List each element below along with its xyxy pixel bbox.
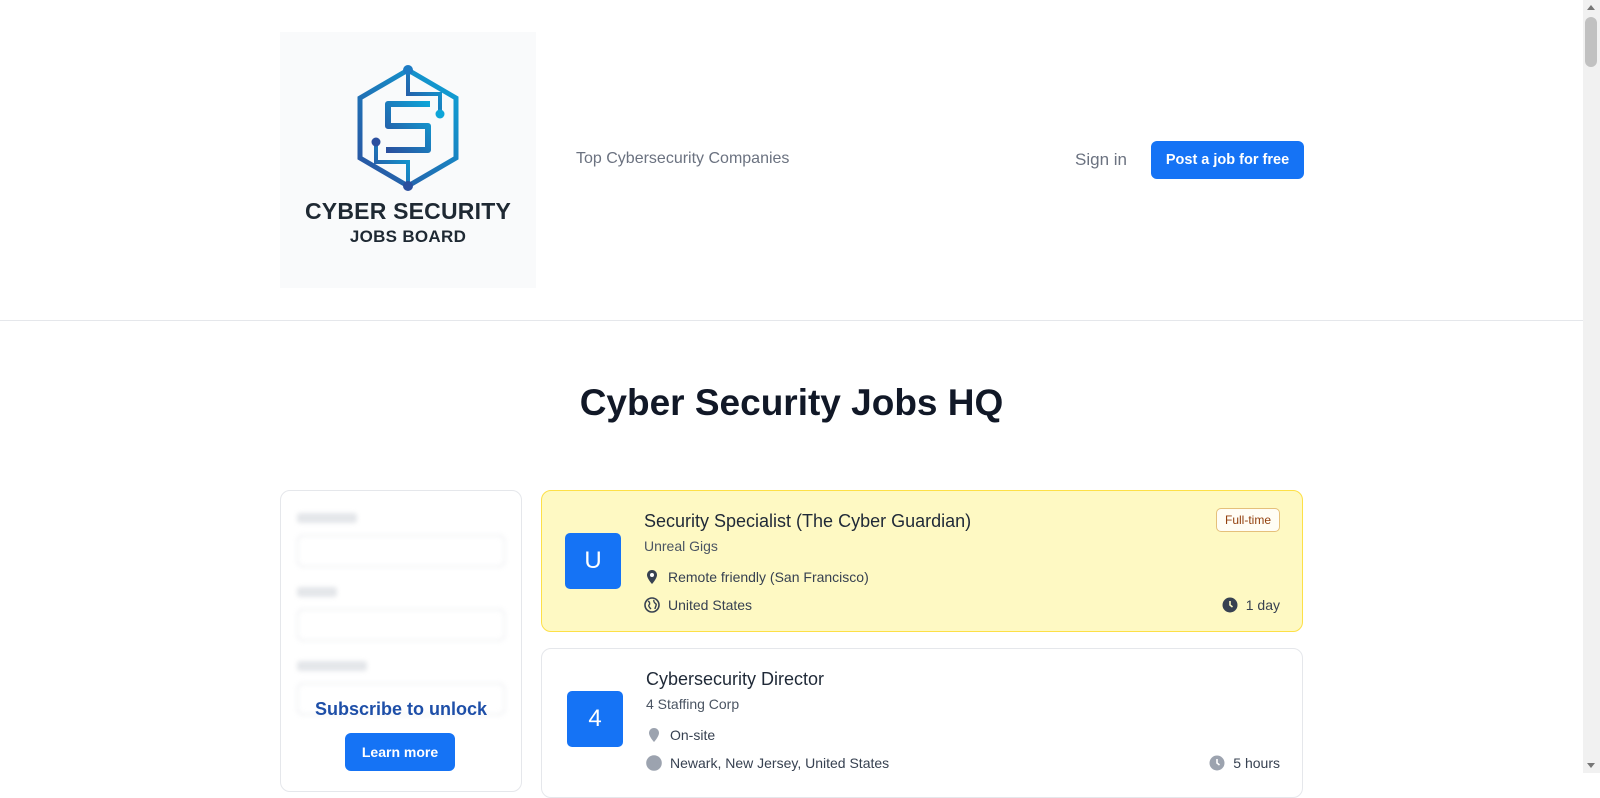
job-title[interactable]: Cybersecurity Director (646, 669, 824, 690)
globe-icon (646, 755, 662, 771)
posted-time: 5 hours (1233, 755, 1280, 771)
learn-more-button[interactable]: Learn more (345, 733, 455, 771)
job-location: On-site (670, 727, 716, 743)
page-title: Cyber Security Jobs HQ (579, 382, 1004, 423)
filters-sidebar: Subscribe to unlock Learn more (280, 490, 522, 792)
post-job-button[interactable]: Post a job for free (1151, 141, 1304, 179)
posted-time-row: 1 day (1222, 597, 1280, 613)
site-logo[interactable]: CYBER SECURITY JOBS BOARD (280, 32, 536, 288)
scroll-down-arrow-icon[interactable] (1587, 763, 1595, 768)
logo-text-line1: CYBER SECURITY (305, 198, 511, 224)
clock-icon (1209, 755, 1225, 771)
company-avatar: 4 (567, 691, 623, 747)
company-name: Unreal Gigs (644, 538, 718, 554)
clock-icon (1222, 597, 1238, 613)
company-avatar: U (565, 533, 621, 589)
posted-time-row: 5 hours (1209, 755, 1280, 771)
logo-hex-icon (357, 65, 459, 191)
company-name: 4 Staffing Corp (646, 696, 740, 712)
job-region-row: Newark, New Jersey, United States (646, 755, 889, 771)
job-region: United States (668, 597, 753, 613)
posted-time: 1 day (1245, 597, 1280, 613)
job-type-badge: Full-time (1215, 508, 1280, 532)
subscribe-unlock-title: Subscribe to unlock (314, 699, 488, 719)
page-scrollbar[interactable] (1583, 0, 1600, 773)
job-title[interactable]: Security Specialist (The Cyber Guardian) (644, 511, 971, 532)
scrollbar-thumb[interactable] (1585, 17, 1597, 67)
site-header: CYBER SECURITY JOBS BOARD Top Cybersecur… (0, 0, 1583, 321)
sign-in-link[interactable]: Sign in (1075, 150, 1127, 170)
job-card[interactable]: U Security Specialist (The Cyber Guardia… (541, 490, 1303, 632)
job-location-row: Remote friendly (San Francisco) (644, 569, 869, 585)
nav-top-companies-link[interactable]: Top Cybersecurity Companies (576, 150, 789, 168)
job-card[interactable]: 4 Cybersecurity Director 4 Staffing Corp… (541, 648, 1303, 798)
page: CYBER SECURITY JOBS BOARD Top Cybersecur… (0, 0, 1583, 798)
location-pin-icon (649, 728, 659, 742)
globe-icon (644, 597, 660, 613)
job-location-row: On-site (646, 727, 715, 743)
scroll-up-arrow-icon[interactable] (1587, 5, 1595, 10)
logo-text-line2: JOBS BOARD (349, 227, 467, 246)
job-location: Remote friendly (San Francisco) (668, 569, 869, 585)
job-region-row: United States (644, 597, 752, 613)
job-region: Newark, New Jersey, United States (670, 755, 890, 771)
location-pin-icon (647, 570, 657, 584)
